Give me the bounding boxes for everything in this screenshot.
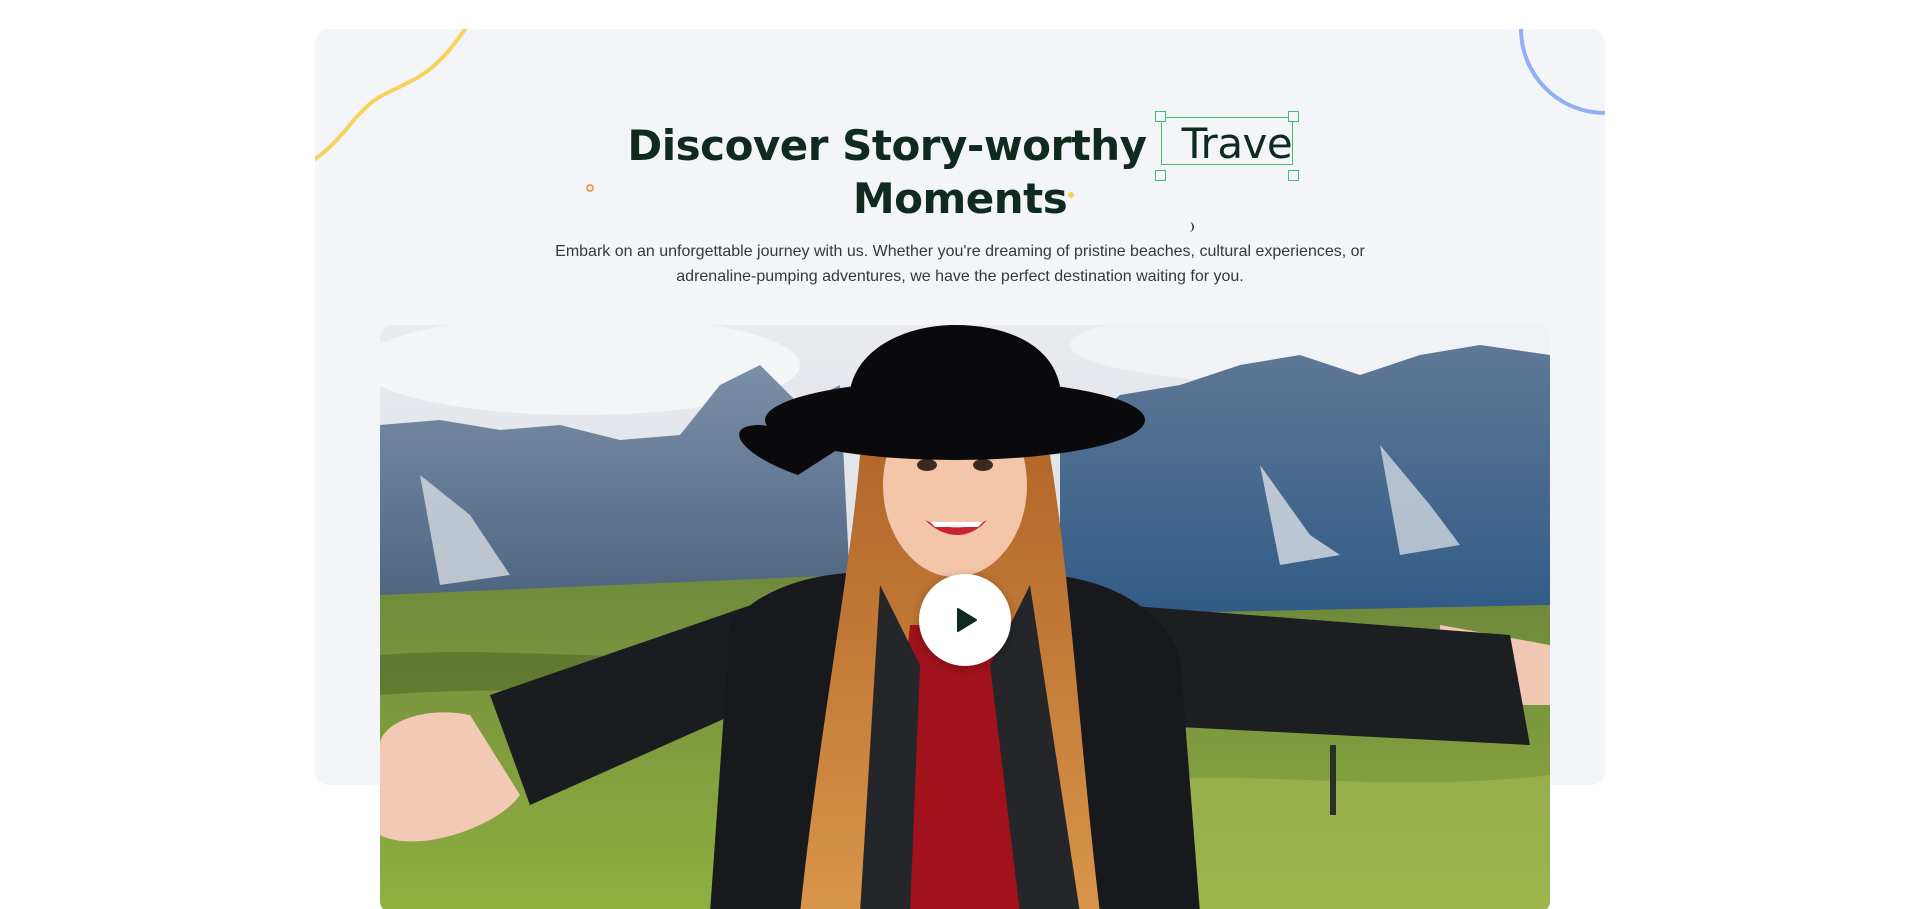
resize-handle-bottom-right — [1287, 170, 1299, 181]
resize-handle-top-left — [1154, 111, 1166, 122]
typed-word: Trave — [1181, 119, 1293, 165]
hero-title: Discover Story-worthy Trave Moments — [315, 111, 1605, 223]
video-thumbnail[interactable] — [380, 325, 1550, 909]
resize-handle-top-right — [1287, 111, 1299, 122]
play-icon — [957, 608, 977, 632]
hero-title-line1: Discover Story-worthy Trave — [627, 111, 1299, 181]
typed-word-container: Trave — [1147, 111, 1299, 181]
typed-word-box: Trave — [1160, 117, 1293, 165]
hero-title-static: Discover Story-worthy — [627, 121, 1147, 170]
play-button[interactable] — [919, 574, 1011, 666]
blue-ring-decoration — [1519, 29, 1605, 115]
hero-title-line2: Moments — [852, 174, 1068, 223]
page: Discover Story-worthy Trave Moments Emba… — [0, 0, 1920, 909]
resize-handle-bottom-left — [1154, 170, 1166, 181]
crescent-decoration — [1189, 222, 1194, 232]
hero-subtitle: Embark on an unforgettable journey with … — [555, 243, 1365, 285]
